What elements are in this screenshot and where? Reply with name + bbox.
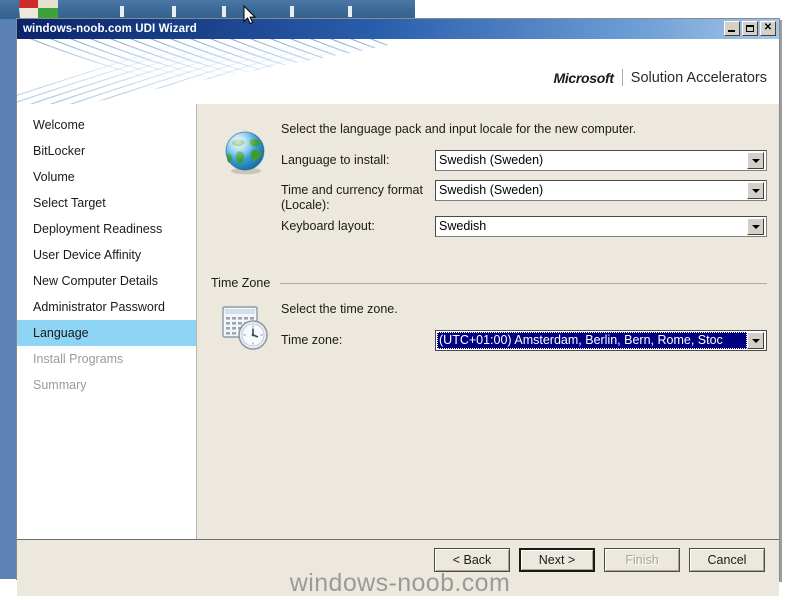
back-button[interactable]: < Back: [434, 548, 510, 572]
language-to-install-label: Language to install:: [281, 153, 390, 167]
locale-value: Swedish (Sweden): [439, 183, 544, 197]
next-button[interactable]: Next >: [519, 548, 595, 572]
field-time-zone: Time zone: (UTC+01:00) Amsterdam, Berlin…: [281, 330, 767, 351]
wizard-footer: < Back Next > Finish Cancel: [17, 539, 779, 596]
brand-divider: [621, 69, 623, 86]
time-zone-value: (UTC+01:00) Amsterdam, Berlin, Bern, Rom…: [437, 332, 747, 349]
finish-button: Finish: [604, 548, 680, 572]
wizard-step-nav: Welcome BitLocker Volume Select Target D…: [17, 104, 197, 539]
globe-icon-cell: [211, 120, 281, 176]
close-button[interactable]: ✕: [760, 21, 776, 36]
screen: windows-noob.com UDI Wizard ✕ Microsoft …: [0, 0, 800, 600]
group-divider: [280, 282, 767, 284]
title-bar[interactable]: windows-noob.com UDI Wizard ✕: [17, 19, 779, 39]
sidebar-item-new-computer-details[interactable]: New Computer Details: [17, 268, 196, 294]
timezone-intro-text: Select the time zone.: [281, 302, 398, 316]
sidebar-item-administrator-password[interactable]: Administrator Password: [17, 294, 196, 320]
sidebar-item-language[interactable]: Language: [17, 320, 196, 346]
language-to-install-combo[interactable]: Swedish (Sweden): [435, 150, 767, 171]
wizard-page-language: Select the language pack and input local…: [197, 104, 779, 539]
window-title: windows-noob.com UDI Wizard: [23, 23, 197, 35]
chevron-down-icon[interactable]: [747, 152, 764, 169]
chevron-down-icon[interactable]: [747, 182, 764, 199]
language-section: Select the language pack and input local…: [211, 120, 767, 246]
timezone-group-header: Time Zone: [211, 276, 767, 290]
calendar-clock-icon-cell: [211, 300, 281, 352]
desktop-taskbar-ticks: [0, 0, 415, 19]
language-to-install-value: Swedish (Sweden): [439, 153, 544, 167]
maximize-button[interactable]: [742, 21, 758, 36]
wizard-banner: Microsoft Solution Accelerators: [17, 39, 779, 104]
field-language-to-install: Language to install: Swedish (Sweden): [281, 150, 767, 171]
microsoft-wordmark: Microsoft: [553, 69, 614, 86]
sidebar-item-bitlocker[interactable]: BitLocker: [17, 138, 196, 164]
locale-label: Time and currency format (Locale):: [281, 183, 423, 212]
timezone-fields: Select the time zone. Time zone: (UTC+01…: [281, 300, 767, 360]
locale-combo[interactable]: Swedish (Sweden): [435, 180, 767, 201]
chevron-down-icon[interactable]: [747, 218, 764, 235]
sidebar-item-deployment-readiness[interactable]: Deployment Readiness: [17, 216, 196, 242]
window-controls: ✕: [724, 21, 776, 36]
time-zone-label: Time zone:: [281, 333, 343, 347]
language-intro-text: Select the language pack and input local…: [281, 122, 637, 136]
microsoft-branding: Microsoft Solution Accelerators: [553, 69, 767, 86]
wizard-body: Welcome BitLocker Volume Select Target D…: [17, 104, 779, 539]
sidebar-item-user-device-affinity[interactable]: User Device Affinity: [17, 242, 196, 268]
timezone-group-title: Time Zone: [211, 276, 271, 290]
language-fields: Select the language pack and input local…: [281, 120, 767, 246]
globe-icon: [225, 131, 265, 175]
keyboard-layout-label: Keyboard layout:: [281, 219, 375, 233]
udi-wizard-window: windows-noob.com UDI Wizard ✕ Microsoft …: [16, 18, 780, 596]
solution-accelerators-label: Solution Accelerators: [630, 69, 767, 86]
chevron-down-icon[interactable]: [747, 332, 764, 349]
time-zone-combo[interactable]: (UTC+01:00) Amsterdam, Berlin, Bern, Rom…: [435, 330, 767, 351]
sidebar-item-install-programs: Install Programs: [33, 352, 124, 366]
timezone-group-body: Select the time zone. Time zone: (UTC+01…: [211, 300, 767, 360]
keyboard-layout-combo[interactable]: Swedish: [435, 216, 767, 237]
field-locale: Time and currency format (Locale): Swedi…: [281, 180, 767, 213]
calendar-clock-icon: [222, 306, 268, 350]
sidebar-item-select-target[interactable]: Select Target: [17, 190, 196, 216]
cancel-button[interactable]: Cancel: [689, 548, 765, 572]
field-keyboard-layout: Keyboard layout: Swedish: [281, 216, 767, 237]
sidebar-item-volume[interactable]: Volume: [17, 164, 196, 190]
minimize-button[interactable]: [724, 21, 740, 36]
timezone-section: Time Zone Select the time zone. Time zon…: [211, 276, 767, 360]
sidebar-item-welcome[interactable]: Welcome: [17, 112, 196, 138]
keyboard-layout-value: Swedish: [439, 219, 487, 233]
footer-button-row: < Back Next > Finish Cancel: [434, 548, 765, 572]
sidebar-item-summary: Summary: [33, 378, 87, 392]
